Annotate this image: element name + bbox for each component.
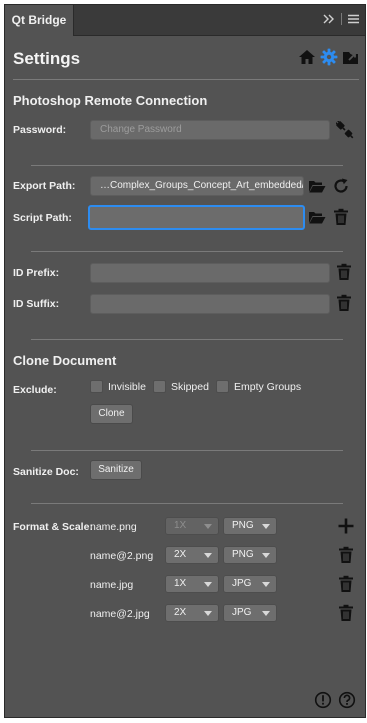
- panel-controls: [323, 13, 359, 25]
- folder-icon[interactable]: [308, 177, 326, 195]
- scale-select[interactable]: 2X: [165, 546, 219, 564]
- format-select[interactable]: PNG: [223, 517, 277, 535]
- connect-icon[interactable]: [336, 121, 354, 139]
- exclude-label: Exclude:: [13, 384, 57, 396]
- section-remote-connection: Photoshop Remote Connection: [13, 93, 208, 108]
- scale-select[interactable]: 2X: [165, 604, 219, 622]
- format-select[interactable]: JPG: [223, 604, 277, 622]
- format-scale-label: Format & Scale:: [13, 521, 93, 533]
- sanitize-label: Sanitize Doc:: [13, 466, 79, 478]
- tab-qt-bridge[interactable]: Qt Bridge: [5, 5, 74, 36]
- chevron-down-icon: [204, 582, 212, 587]
- trash-icon[interactable]: [337, 575, 355, 593]
- divider: [31, 251, 343, 252]
- divider: [31, 339, 343, 340]
- gear-icon[interactable]: [320, 48, 338, 66]
- scale-select[interactable]: 1X: [165, 575, 219, 593]
- refresh-icon[interactable]: [332, 177, 350, 195]
- id-prefix-field[interactable]: [90, 263, 330, 283]
- trash-icon[interactable]: [332, 208, 350, 226]
- empty-groups-checkbox[interactable]: [216, 380, 229, 393]
- divider: [31, 450, 343, 451]
- divider: [13, 79, 359, 80]
- sanitize-button[interactable]: Sanitize: [90, 460, 142, 480]
- qt-bridge-panel: Qt Bridge Settings Photoshop Remote Conn…: [4, 4, 366, 718]
- chevron-down-icon: [262, 524, 270, 529]
- trash-icon[interactable]: [335, 294, 353, 312]
- format-value: JPG: [232, 578, 252, 589]
- password-field[interactable]: Change Password: [90, 120, 330, 140]
- export-icon[interactable]: [342, 48, 360, 66]
- tab-bar: Qt Bridge: [5, 5, 365, 36]
- format-value: PNG: [232, 520, 254, 531]
- script-path-label: Script Path:: [13, 212, 72, 224]
- page-title: Settings: [13, 49, 81, 68]
- format-value: JPG: [232, 607, 252, 618]
- clone-button[interactable]: Clone: [90, 404, 133, 424]
- menu-icon[interactable]: [348, 14, 359, 24]
- scale-value: 1X: [174, 520, 187, 531]
- format-value: PNG: [232, 549, 254, 560]
- script-path-field[interactable]: [88, 205, 305, 230]
- format-select[interactable]: JPG: [223, 575, 277, 593]
- invisible-label: Invisible: [108, 381, 146, 393]
- chevron-down-icon: [262, 582, 270, 587]
- help-icon[interactable]: [338, 691, 356, 709]
- folder-icon[interactable]: [308, 208, 326, 226]
- chevron-down-icon: [262, 553, 270, 558]
- chevron-down-icon: [262, 611, 270, 616]
- trash-icon[interactable]: [337, 604, 355, 622]
- warning-icon[interactable]: [314, 691, 332, 709]
- trash-icon[interactable]: [335, 263, 353, 281]
- format-select[interactable]: PNG: [223, 546, 277, 564]
- trash-icon[interactable]: [337, 546, 355, 564]
- invisible-checkbox[interactable]: [90, 380, 103, 393]
- scale-value: 2X: [174, 549, 187, 560]
- divider: [341, 13, 342, 25]
- format-row-name: name.jpg: [90, 579, 134, 591]
- divider: [31, 503, 343, 504]
- scale-select: 1X: [165, 517, 219, 535]
- plus-icon[interactable]: [337, 517, 355, 535]
- divider: [31, 165, 343, 166]
- id-prefix-label: ID Prefix:: [13, 267, 60, 279]
- format-row-name: name@2.png: [90, 550, 154, 562]
- export-path-label: Export Path:: [13, 180, 76, 192]
- export-path-field[interactable]: …Complex_Groups_Concept_Art_embedded/: [90, 176, 304, 196]
- scale-value: 2X: [174, 607, 187, 618]
- password-label: Password:: [13, 124, 67, 136]
- scale-value: 1X: [174, 578, 187, 589]
- home-icon[interactable]: [298, 48, 316, 66]
- section-clone-document: Clone Document: [13, 353, 117, 368]
- empty-groups-label: Empty Groups: [234, 381, 302, 393]
- skipped-checkbox[interactable]: [153, 380, 166, 393]
- skipped-label: Skipped: [171, 381, 209, 393]
- id-suffix-label: ID Suffix:: [13, 298, 60, 310]
- expand-icon[interactable]: [323, 14, 335, 24]
- chevron-down-icon: [204, 553, 212, 558]
- chevron-down-icon: [204, 524, 212, 529]
- format-row-name: name@2.jpg: [90, 608, 150, 620]
- format-row-name: name.png: [90, 521, 137, 533]
- chevron-down-icon: [204, 611, 212, 616]
- id-suffix-field[interactable]: [90, 294, 330, 314]
